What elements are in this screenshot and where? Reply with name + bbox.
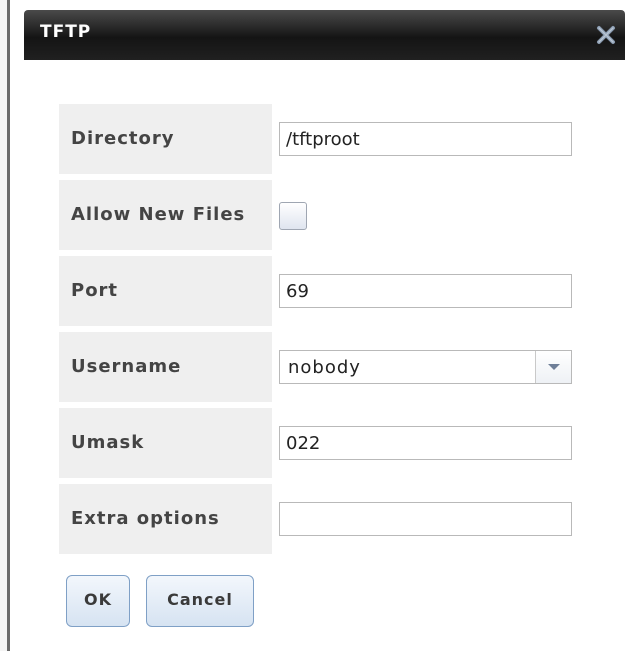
port-label: Port xyxy=(71,280,119,301)
label-cell: Allow New Files xyxy=(59,180,272,250)
username-selected-value: nobody xyxy=(288,357,361,378)
dialog-title: TFTP xyxy=(40,22,92,42)
ok-button[interactable]: OK xyxy=(66,575,130,627)
umask-input[interactable] xyxy=(279,426,572,460)
port-input[interactable] xyxy=(279,274,572,308)
directory-input[interactable] xyxy=(279,122,572,156)
cancel-button[interactable]: Cancel xyxy=(146,575,254,627)
username-select[interactable]: nobody xyxy=(279,350,572,384)
form-row-allow-new-files: Allow New Files xyxy=(59,180,589,250)
username-label: Username xyxy=(71,356,182,377)
window-edge xyxy=(0,0,10,651)
label-cell: Extra options xyxy=(59,484,272,554)
close-icon[interactable] xyxy=(595,24,617,46)
chevron-down-icon[interactable] xyxy=(535,351,571,383)
form-row-username: Username nobody xyxy=(59,332,589,402)
dialog-titlebar[interactable]: TFTP xyxy=(24,10,625,60)
form-row-umask: Umask xyxy=(59,408,589,478)
allow-new-files-label: Allow New Files xyxy=(71,204,246,225)
label-cell: Port xyxy=(59,256,272,326)
extra-options-input[interactable] xyxy=(279,502,572,536)
extra-options-label: Extra options xyxy=(71,508,220,529)
umask-label: Umask xyxy=(71,432,145,453)
label-cell: Umask xyxy=(59,408,272,478)
label-cell: Username xyxy=(59,332,272,402)
form-row-port: Port xyxy=(59,256,589,326)
label-cell: Directory xyxy=(59,104,272,174)
form-row-directory: Directory xyxy=(59,104,589,174)
form-row-extra-options: Extra options xyxy=(59,484,589,554)
directory-label: Directory xyxy=(71,128,175,149)
allow-new-files-checkbox[interactable] xyxy=(279,202,307,230)
